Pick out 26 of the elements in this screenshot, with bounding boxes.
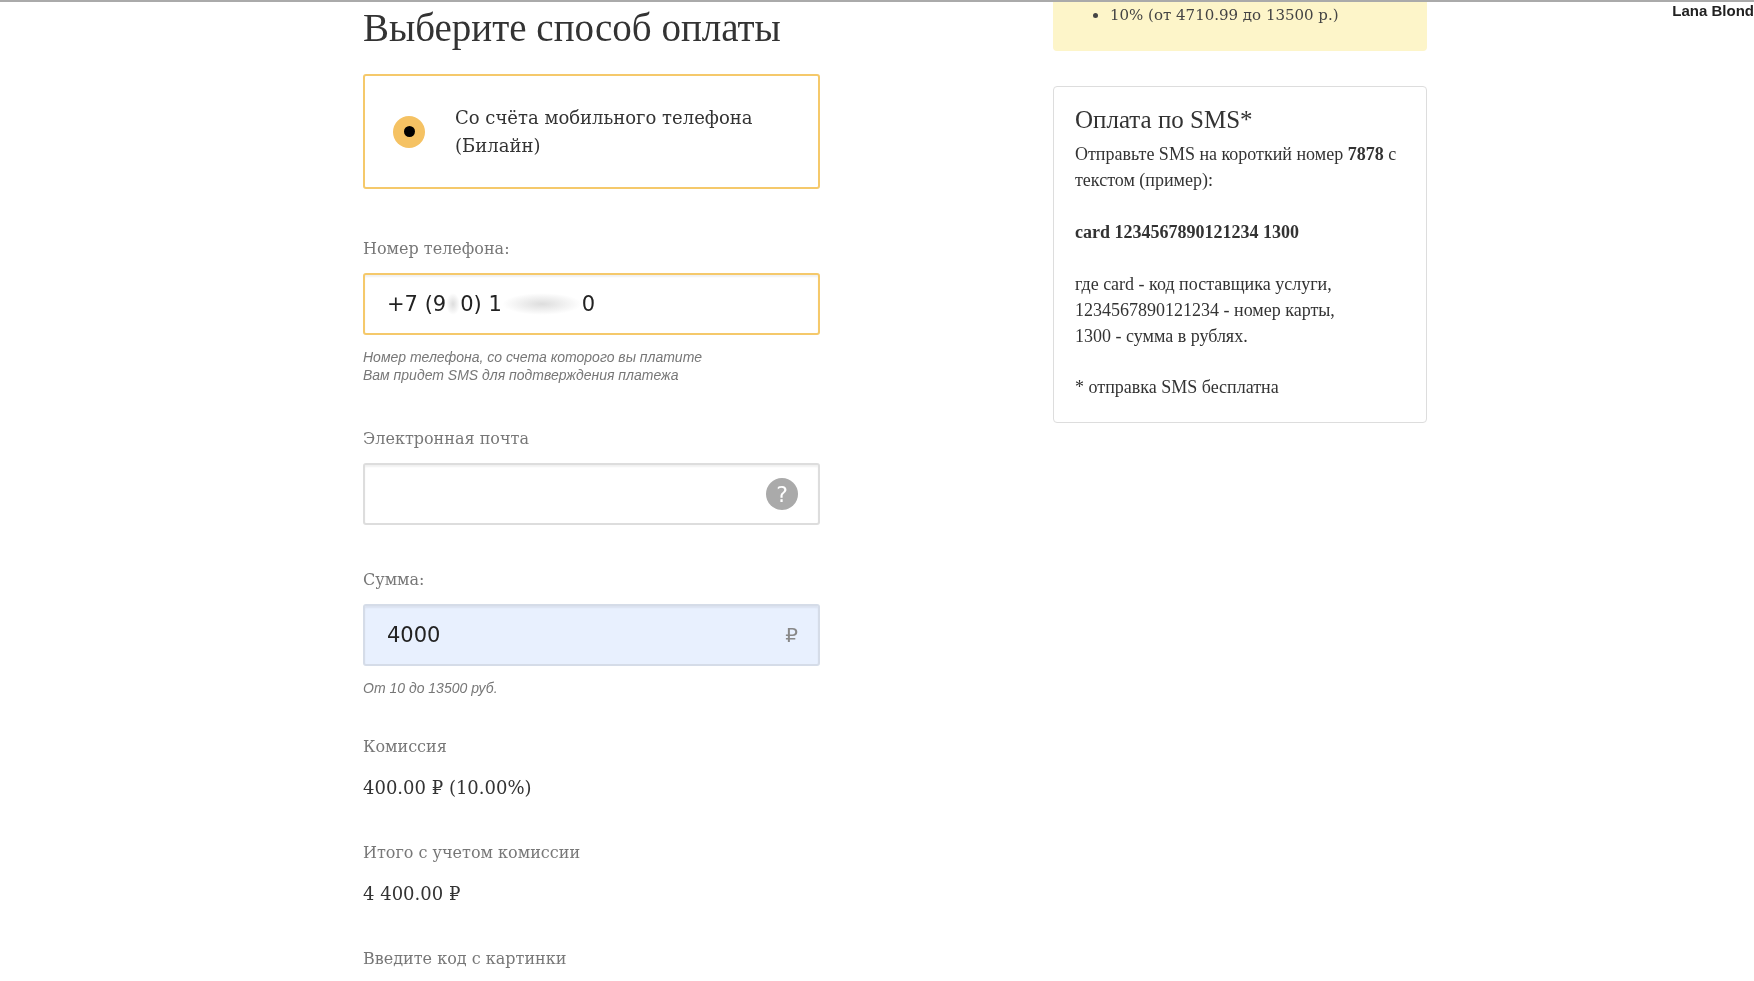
amount-field[interactable]: 4000 ₽ (363, 604, 820, 666)
explanation-text: где card - код поставщика услуги, 1234567890121234 - номер карты, 1300 - сумма в рублях. (1075, 273, 1336, 348)
panel-title: Оплата по SMS* (1075, 105, 1254, 135)
redaction-blur (446, 293, 461, 315)
payment-option[interactable]: Со счёта мобильного телефона (Билайн) (363, 74, 820, 189)
field-label: Сумма: (363, 570, 426, 590)
phone-field[interactable]: +7 (9 0) 1 0 (363, 273, 820, 335)
field-label: Комиссия (363, 737, 448, 757)
radio-button[interactable] (393, 115, 425, 148)
instruction-text: Отправьте SMS на короткий номер 7878 с текстом (пример): (1075, 143, 1398, 192)
note-text: 10% (от 4710.99 до 13500 р.) (1110, 6, 1339, 24)
sms-example: card 1234567890121234 1300 (1075, 221, 1300, 244)
option-label: Со счёта мобильного телефона (Билайн) (455, 105, 754, 158)
currency-sign: ₽ (785, 623, 798, 647)
field-hint: От 10 до 13500 руб. (363, 679, 499, 697)
footnote-text: * отправка SMS бесплатна (1075, 376, 1280, 399)
field-hint: Номер телефона, со счета которого вы платите Вам придет SMS для подтверждения платежа (363, 348, 704, 384)
total-value: 4 400.00 ₽ (363, 883, 462, 905)
field-label: Номер телефона: (363, 239, 511, 259)
bullet-icon (1093, 12, 1098, 18)
field-label: Электронная почта (363, 429, 530, 449)
field-label: Итого с учетом комиссии (363, 843, 582, 863)
page-title: Выберите способ оплаты (363, 6, 782, 50)
user-name: Lana Blond (1672, 2, 1754, 19)
field-label: Введите код с картинки (363, 949, 568, 969)
commission-value: 400.00 ₽ (10.00%) (363, 777, 533, 799)
